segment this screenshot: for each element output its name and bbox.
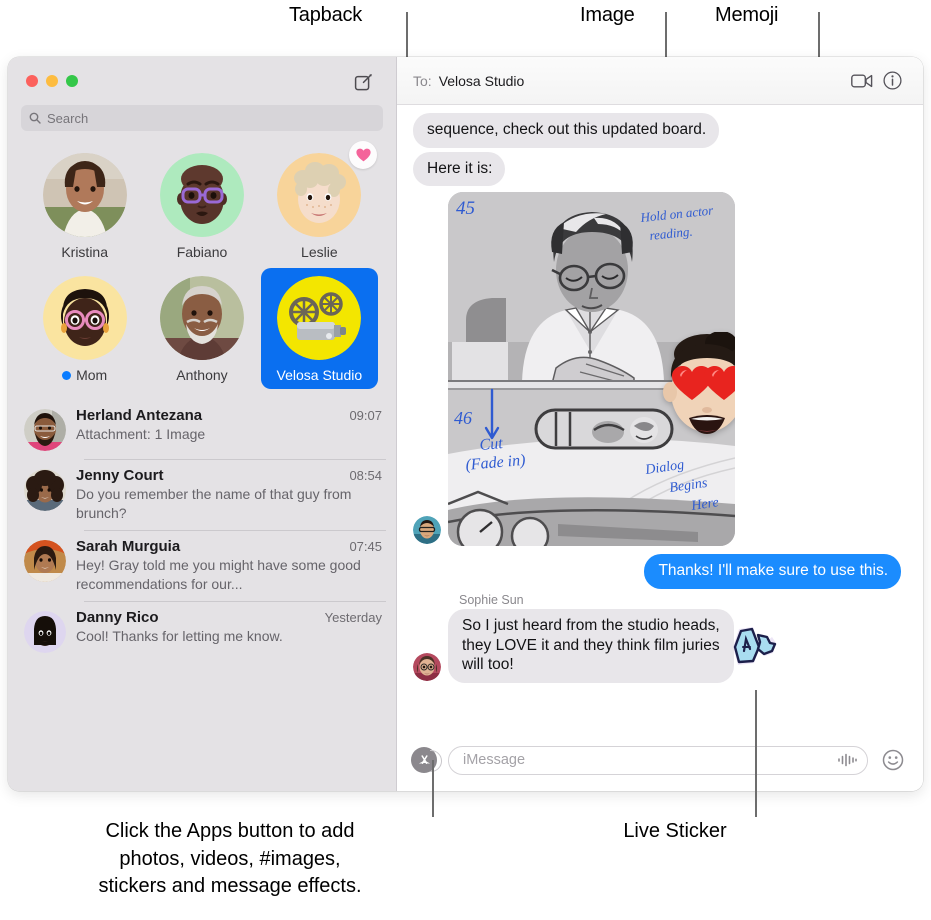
audio-waveform-icon[interactable] xyxy=(837,753,857,767)
messages-window: Search Kristina Fabiano Leslie Mom Antho… xyxy=(8,57,923,791)
list-item-name: Sarah Murguia xyxy=(76,538,181,556)
caption-line-1: Click the Apps button to add xyxy=(105,820,355,842)
callout-label-tapback: Tapback xyxy=(289,4,363,26)
list-item-body: Jenny Court 08:54 Do you remember the na… xyxy=(76,467,382,522)
caption-line-3: stickers and message effects. xyxy=(98,875,362,898)
pinned-item-label: Fabiano xyxy=(176,244,228,260)
avatar xyxy=(42,153,127,237)
message-bubble-incoming[interactable]: Here it is: xyxy=(413,151,506,187)
search-placeholder: Search xyxy=(47,110,89,126)
avatar xyxy=(159,153,244,237)
close-button[interactable] xyxy=(26,75,38,87)
pinned-item-anthony[interactable]: Anthony xyxy=(143,268,260,389)
maximize-button[interactable] xyxy=(66,75,78,87)
unread-indicator xyxy=(62,370,72,380)
pinned-item-leslie[interactable]: Leslie xyxy=(261,141,378,266)
list-item-preview: Cool! Thanks for letting me know. xyxy=(76,628,283,645)
message-image-attachment[interactable]: 45 Hold on actor reading. 46 Cut (Fade i… xyxy=(448,192,735,547)
avatar xyxy=(277,276,362,360)
avatar xyxy=(24,540,66,583)
compose-icon[interactable] xyxy=(351,70,375,94)
callout-caption-live-sticker: Live Sticker xyxy=(623,820,727,842)
info-icon[interactable] xyxy=(877,67,907,95)
list-item-preview: Do you remember the name of that guy fro… xyxy=(76,486,352,521)
message-composer: iMessage xyxy=(397,729,923,791)
sidebar-titlebar xyxy=(8,57,396,105)
pinned-item-label: Mom xyxy=(62,367,107,383)
message-row: So I just heard from the studio heads, t… xyxy=(413,609,901,684)
list-item-preview: Attachment: 1 Image xyxy=(76,426,206,442)
list-item-time: 07:45 xyxy=(349,539,382,555)
tapback-heart-badge[interactable] xyxy=(349,141,377,169)
pinned-item-velosa-studio[interactable]: Velosa Studio xyxy=(260,268,378,389)
pinned-conversations: Kristina Fabiano Leslie Mom Anthony Velo… xyxy=(8,131,396,389)
pinned-item-label: Velosa Studio xyxy=(276,367,363,383)
callout-leader-apps xyxy=(432,760,434,817)
list-item[interactable]: Danny Rico Yesterday Cool! Thanks for le… xyxy=(8,601,396,661)
message-bubble-incoming[interactable]: So I just heard from the studio heads, t… xyxy=(444,609,734,684)
recipient-field[interactable]: Velosa Studio xyxy=(439,73,525,89)
list-item[interactable]: Herland Antezana 09:07 Attachment: 1 Ima… xyxy=(8,399,396,459)
minimize-button[interactable] xyxy=(46,75,58,87)
memoji-heart-eyes-sticker[interactable] xyxy=(659,332,735,442)
conversation-list: Herland Antezana 09:07 Attachment: 1 Ima… xyxy=(8,389,396,661)
svg-text:Cut: Cut xyxy=(479,435,504,454)
avatar xyxy=(24,611,66,654)
sender-avatar xyxy=(413,653,441,682)
list-item[interactable]: Jenny Court 08:54 Do you remember the na… xyxy=(8,459,396,530)
video-camera-icon[interactable] xyxy=(847,67,877,95)
svg-text:45: 45 xyxy=(456,198,475,219)
emoji-smiley-icon[interactable] xyxy=(879,746,907,774)
pinned-item-kristina[interactable]: Kristina xyxy=(26,145,143,266)
conversation-header: To: Velosa Studio xyxy=(397,57,923,105)
message-sender-name: Sophie Sun xyxy=(459,593,524,608)
list-item-time: Yesterday xyxy=(324,610,382,626)
list-item-name: Danny Rico xyxy=(76,609,159,627)
callout-leader-live-sticker xyxy=(755,690,757,817)
avatar xyxy=(277,153,362,237)
pinned-item-mom[interactable]: Mom xyxy=(26,268,143,389)
conversation-pane: To: Velosa Studio sequence, check out th… xyxy=(397,57,923,791)
message-bubble-outgoing[interactable]: Thanks! I'll make sure to use this. xyxy=(644,554,906,590)
list-item-time: 08:54 xyxy=(349,468,382,483)
live-sticker[interactable] xyxy=(729,623,777,669)
caption-line-2: photos, videos, #images, xyxy=(119,847,341,870)
to-label: To: xyxy=(413,72,432,89)
avatar xyxy=(159,276,244,360)
avatar xyxy=(24,469,66,511)
callout-label-image: Image xyxy=(580,4,635,26)
search-input[interactable]: Search xyxy=(21,105,383,131)
list-item-name: Herland Antezana xyxy=(76,407,203,424)
pinned-item-fabiano[interactable]: Fabiano xyxy=(143,145,260,266)
list-item-body: Herland Antezana 09:07 Attachment: 1 Ima… xyxy=(76,407,382,451)
pinned-item-label: Kristina xyxy=(61,244,108,260)
message-input-placeholder: iMessage xyxy=(463,752,526,768)
list-item-body: Sarah Murguia 07:45 Hey! Gray told me yo… xyxy=(76,538,382,593)
callout-label-memoji: Memoji xyxy=(715,4,779,26)
list-item-time: 09:07 xyxy=(349,408,382,423)
avatar xyxy=(24,409,66,451)
list-item-body: Danny Rico Yesterday Cool! Thanks for le… xyxy=(76,609,382,653)
search-icon xyxy=(29,112,41,124)
callout-caption-apps: Click the Apps button to add photos, vid… xyxy=(30,818,430,901)
svg-text:46: 46 xyxy=(454,408,472,428)
sender-avatar xyxy=(413,516,441,545)
window-controls xyxy=(26,75,78,87)
list-item-name: Jenny Court xyxy=(76,467,164,484)
message-bubble-incoming[interactable]: sequence, check out this updated board. xyxy=(413,113,720,148)
message-input[interactable]: iMessage xyxy=(448,745,868,775)
message-row: Thanks! I'll make sure to use this. xyxy=(413,554,906,590)
message-thread: sequence, check out this updated board. … xyxy=(397,105,923,729)
list-item[interactable]: Sarah Murguia 07:45 Hey! Gray told me yo… xyxy=(8,530,396,601)
list-item-preview: Hey! Gray told me you might have some go… xyxy=(76,557,361,592)
search-container: Search xyxy=(8,105,396,131)
avatar xyxy=(42,276,127,360)
pinned-item-label: Anthony xyxy=(176,367,228,383)
message-row: Here it is: xyxy=(413,151,901,187)
sidebar: Search Kristina Fabiano Leslie Mom Antho… xyxy=(8,57,397,791)
pinned-item-label: Leslie xyxy=(301,244,338,260)
message-row-image: 45 Hold on actor reading. 46 Cut (Fade i… xyxy=(413,192,901,547)
message-row: sequence, check out this updated board. xyxy=(413,113,901,148)
